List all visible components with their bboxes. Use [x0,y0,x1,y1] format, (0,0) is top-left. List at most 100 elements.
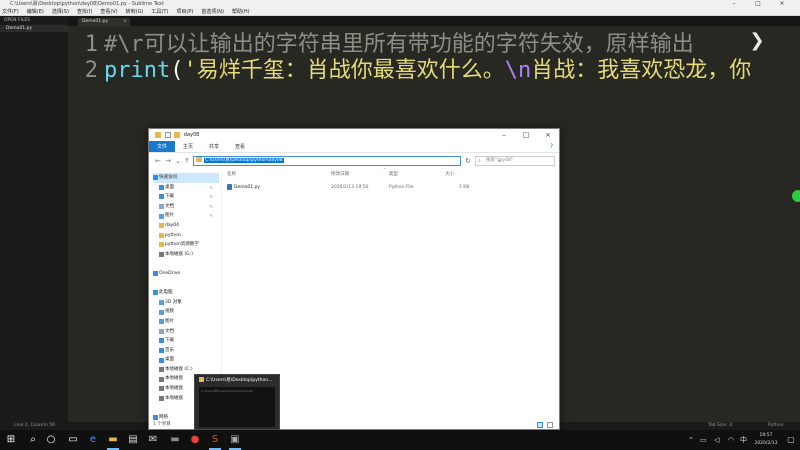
close-icon[interactable]: × [537,129,559,141]
nav-item[interactable]: 音乐 [153,346,219,356]
document-icon [159,204,164,210]
explorer-ribbon: 文件 主页 共享 查看? [149,141,559,153]
menu-item[interactable]: 选择(S) [52,8,69,15]
taskbar-preview[interactable]: C:\Users\易\Desktop\python... C:\Users\易\… [194,374,280,430]
new-folder-icon[interactable] [174,131,181,138]
sublime-menubar: 文件(F) 编辑(E) 选择(S) 查找(I) 查看(V) 转到(G) 工具(T) 项目(P)… [0,8,800,16]
tab-size[interactable]: Tab Size: 4 [708,422,732,430]
nav-item-label: OneDrive [159,270,181,276]
nav-item[interactable]: 图片 [153,317,219,327]
file-row[interactable]: Demo01.py 2020/2/13 19:50 Python File 1 … [223,183,553,192]
nav-item[interactable]: 文档 [153,327,219,337]
nav-item[interactable]: 3D 对象 [153,298,219,308]
menu-item[interactable]: 首选项(N) [201,8,224,15]
nav-item[interactable]: OneDrive [153,269,219,279]
code-function: print [104,58,171,83]
nav-item[interactable]: 下载 [153,336,219,346]
ime-indicator[interactable]: 中 [740,430,747,450]
close-icon[interactable]: × [772,0,792,8]
recorder-icon[interactable]: ▣ [228,433,242,450]
menu-item[interactable]: 编辑(E) [27,8,44,15]
editor-tab[interactable]: Demo01.py × [78,18,130,26]
task-view-alt-icon[interactable]: ▭ [66,433,80,447]
back-icon[interactable]: ← [153,156,163,166]
nav-item-label: 文档 [165,328,174,334]
details-view-icon[interactable] [537,422,543,428]
wifi-icon[interactable]: ◠ [728,430,734,450]
terminal-icon[interactable]: ▬ [168,433,182,447]
document-icon [159,328,164,334]
ribbon-tab[interactable]: 共享 [201,141,227,152]
maximize-icon[interactable]: □ [748,0,768,8]
address-bar[interactable]: C:\Users\易\Desktop\python\day08 ⌄ [193,156,502,166]
column-header-date[interactable]: 修改日期 [331,171,349,179]
nav-item[interactable]: 此电脑 [153,288,219,298]
clock-date: 2020/2/13 [754,441,778,446]
menu-item[interactable]: 帮助(H) [232,8,250,15]
nav-item[interactable]: 桌面 ✎ [153,183,219,193]
file-type-cell: Python File [389,185,414,190]
nav-item[interactable]: 本地磁盘 (G:) [153,250,219,260]
volume-icon[interactable]: ◁ [714,430,719,450]
column-header-type[interactable]: 类型 [389,171,398,179]
system-clock[interactable]: 19:57 2020/2/13 [752,432,780,448]
nav-item[interactable]: day04 [153,221,219,231]
mail-icon[interactable]: ✉ [146,433,160,447]
nav-item[interactable]: 下载 ✎ [153,192,219,202]
sublime-text-icon[interactable]: S [208,433,222,450]
music-icon [159,347,164,353]
ribbon-tab[interactable]: 文件 [149,141,176,152]
edge-icon[interactable]: e [86,433,100,447]
forward-icon[interactable]: → [163,156,173,166]
sidebar-header: OPEN FILES [4,18,31,23]
search-input[interactable]: ⌕ 搜索"day08" [475,156,555,166]
minimize-icon[interactable]: – [724,0,744,8]
search-icon[interactable]: ⌕ [26,433,40,447]
ribbon-tab[interactable]: 主页 [175,141,201,152]
menu-item[interactable]: 转到(G) [126,8,144,15]
menu-item[interactable]: 文件(F) [2,8,19,15]
start-icon[interactable]: ⊞ [4,433,18,447]
nav-item-label: 桌面 [165,184,174,190]
maximize-icon[interactable]: □ [515,129,537,141]
nav-item[interactable]: 桌面 [153,355,219,365]
nav-item-label: 图片 [165,318,174,324]
store-icon[interactable]: ▤ [126,433,140,447]
menu-item[interactable]: 查看(V) [100,8,117,15]
ribbon-tab[interactable]: 查看 [227,141,253,152]
desktop-icon [159,357,164,363]
minimize-icon[interactable]: – [493,129,515,141]
refresh-icon[interactable]: ↻ [463,156,473,166]
menu-item[interactable]: 查找(I) [77,8,92,15]
quick-access-icon[interactable] [164,131,171,138]
computer-icon [153,290,158,296]
file-explorer-icon[interactable]: ▬ [106,433,120,450]
menu-item[interactable]: 工具(T) [151,8,168,15]
folder-icon [159,242,164,248]
code-string: 肖战：我喜欢恐龙，你 [531,58,752,83]
people-icon[interactable]: ⌃ [688,430,694,450]
nav-item[interactable]: 图片 ✎ [153,211,219,221]
column-header-size[interactable]: 大小 [445,171,454,179]
column-header-name[interactable]: 名称 [227,171,236,179]
up-icon[interactable]: ↑ [182,156,192,166]
nav-item-label: 音乐 [165,347,174,353]
syntax-mode[interactable]: Python [768,422,784,430]
nav-item[interactable]: python [153,231,219,241]
nav-item[interactable]: 视频 [153,307,219,317]
chrome-icon[interactable]: ● [188,433,202,447]
nav-item[interactable]: 快速访问 [153,173,219,183]
nav-item[interactable]: python资源教学 [153,240,219,250]
tab-close-icon[interactable]: × [123,18,127,26]
file-size-cell: 1 KB [459,185,470,190]
large-icons-view-icon[interactable] [547,422,553,428]
notification-icon[interactable]: ▢ [784,433,798,447]
folder-icon [155,131,161,138]
sidebar-open-file[interactable]: Demo01.py [0,25,68,32]
task-view-icon[interactable]: ○ [44,433,58,447]
nav-item[interactable]: 文档 ✎ [153,202,219,212]
menu-item[interactable]: 项目(P) [176,8,193,15]
network-tray-icon[interactable]: ▭ [700,430,707,450]
help-icon[interactable]: ? [550,141,553,153]
